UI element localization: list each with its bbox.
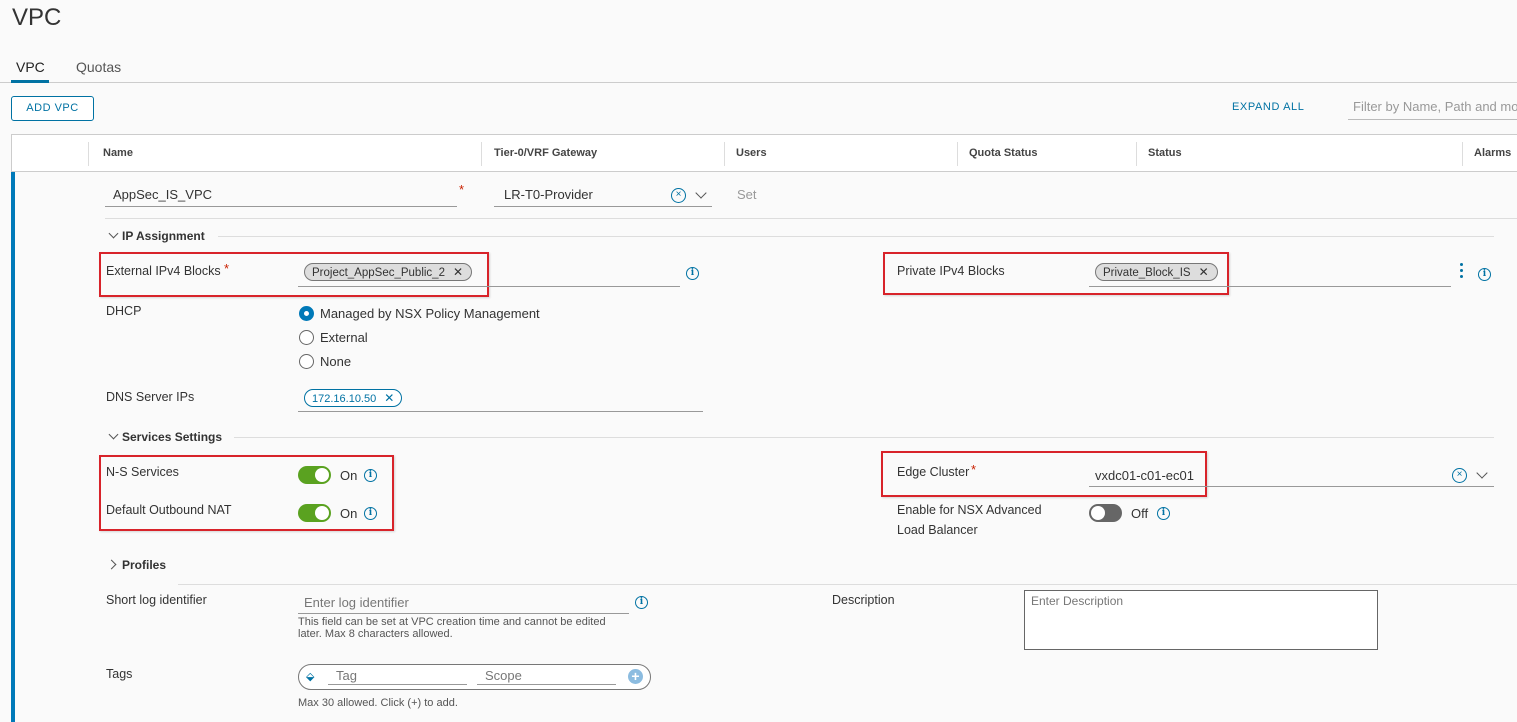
dns-chip[interactable]: 172.16.10.50 ✕: [304, 389, 403, 407]
section-divider: [178, 584, 1517, 585]
gateway-select[interactable]: LR-T0-Provider: [504, 187, 593, 202]
column-separator: [1462, 142, 1463, 166]
required-marker: *: [971, 462, 977, 477]
ns-services-state: On: [340, 468, 358, 483]
outbound-nat-toggle[interactable]: [298, 504, 331, 522]
external-blocks-label: External IPv4 Blocks: [106, 264, 221, 278]
filter-input[interactable]: Filter by Name, Path and more: [1348, 96, 1517, 120]
scope-input[interactable]: Scope: [485, 668, 522, 683]
clear-icon[interactable]: ×: [671, 188, 686, 203]
tabs-divider: [0, 82, 1517, 83]
chip-label: Private_Block_IS: [1103, 267, 1191, 279]
private-block-chip[interactable]: Private_Block_IS ✕: [1095, 263, 1218, 281]
tab-quotas[interactable]: Quotas: [76, 59, 121, 75]
outbound-nat-label: Default Outbound NAT: [106, 503, 232, 517]
dhcp-radio-managed[interactable]: [299, 306, 314, 321]
clear-icon[interactable]: ×: [1452, 468, 1467, 483]
edge-cluster-select[interactable]: vxdc01-c01-ec01: [1095, 468, 1194, 483]
short-log-label: Short log identifier: [106, 593, 207, 607]
vpc-name-input[interactable]: AppSec_IS_VPC: [113, 187, 212, 202]
tag-input[interactable]: Tag: [336, 668, 357, 683]
dhcp-label: DHCP: [106, 304, 142, 318]
column-header-name[interactable]: Name: [103, 147, 133, 159]
column-separator: [724, 142, 725, 166]
short-log-input[interactable]: Enter log identifier: [304, 595, 409, 610]
private-blocks-underline: [1089, 286, 1451, 287]
nsx-lb-toggle[interactable]: [1089, 504, 1122, 522]
chip-label: Project_AppSec_Public_2: [312, 267, 445, 279]
info-icon[interactable]: i: [1478, 268, 1491, 281]
dhcp-option-label: None: [320, 354, 352, 369]
users-set-link[interactable]: Set: [737, 187, 757, 202]
gateway-underline: [494, 206, 712, 207]
external-blocks-underline: [298, 286, 680, 287]
external-block-chip[interactable]: Project_AppSec_Public_2 ✕: [304, 263, 473, 281]
private-blocks-label: Private IPv4 Blocks: [897, 264, 1005, 278]
outbound-nat-state: On: [340, 506, 358, 521]
column-separator: [88, 142, 89, 166]
profiles-header[interactable]: Profiles: [122, 558, 166, 572]
column-separator: [481, 142, 482, 166]
info-icon[interactable]: i: [686, 267, 699, 280]
ns-services-label: N-S Services: [106, 465, 179, 479]
column-header-alarms[interactable]: Alarms: [1474, 147, 1511, 159]
dhcp-radio-none[interactable]: [299, 354, 314, 369]
dns-label: DNS Server IPs: [106, 390, 195, 404]
tab-vpc[interactable]: VPC: [16, 59, 45, 75]
required-marker: *: [459, 182, 465, 197]
dns-underline: [298, 411, 703, 412]
chip-label: 172.16.10.50: [312, 393, 377, 405]
row-divider: [105, 218, 1517, 219]
close-icon[interactable]: ✕: [384, 391, 394, 405]
services-settings-header[interactable]: Services Settings: [122, 430, 222, 444]
tags-label: Tags: [106, 667, 133, 681]
kebab-menu-icon[interactable]: [1460, 263, 1463, 280]
section-divider: [218, 236, 1494, 237]
tag-icon: ⬙: [306, 671, 315, 683]
required-marker: *: [224, 261, 230, 276]
short-log-hint: This field can be set at VPC creation ti…: [298, 616, 606, 628]
section-divider: [234, 437, 1494, 438]
ip-assignment-header[interactable]: IP Assignment: [122, 229, 205, 243]
close-icon[interactable]: ✕: [1199, 265, 1209, 279]
short-log-hint: later. Max 8 characters allowed.: [298, 628, 453, 640]
nsx-lb-label: Load Balancer: [897, 523, 978, 537]
active-tab-indicator: [11, 80, 49, 83]
column-header-status[interactable]: Status: [1148, 147, 1182, 159]
nsx-lb-label: Enable for NSX Advanced: [897, 503, 1042, 517]
dhcp-option-label: External: [320, 330, 368, 345]
description-textarea[interactable]: Enter Description: [1024, 590, 1378, 650]
tag-underline: [328, 684, 467, 685]
info-icon[interactable]: i: [1157, 507, 1170, 520]
ns-services-toggle[interactable]: [298, 466, 331, 484]
description-label: Description: [832, 593, 895, 607]
column-header-quota-status[interactable]: Quota Status: [969, 147, 1037, 159]
column-header-gateway[interactable]: Tier-0/VRF Gateway: [494, 147, 597, 159]
nsx-lb-state: Off: [1131, 506, 1149, 521]
column-header-users[interactable]: Users: [736, 147, 767, 159]
scope-underline: [477, 684, 616, 685]
column-separator: [957, 142, 958, 166]
short-log-underline: [298, 613, 629, 614]
dhcp-radio-external[interactable]: [299, 330, 314, 345]
add-icon[interactable]: +: [628, 669, 643, 684]
expand-all-button[interactable]: EXPAND ALL: [1232, 101, 1304, 113]
add-vpc-button[interactable]: ADD VPC: [11, 96, 94, 121]
tags-hint: Max 30 allowed. Click (+) to add.: [298, 697, 458, 709]
close-icon[interactable]: ✕: [453, 265, 463, 279]
vpc-name-underline: [105, 206, 457, 207]
column-separator: [1136, 142, 1137, 166]
page-title: VPC: [12, 4, 62, 31]
info-icon[interactable]: i: [364, 507, 377, 520]
info-icon[interactable]: i: [635, 596, 648, 609]
edge-cluster-underline: [1089, 486, 1494, 487]
dhcp-option-label: Managed by NSX Policy Management: [320, 306, 540, 321]
edge-cluster-label: Edge Cluster: [897, 465, 970, 479]
info-icon[interactable]: i: [364, 469, 377, 482]
